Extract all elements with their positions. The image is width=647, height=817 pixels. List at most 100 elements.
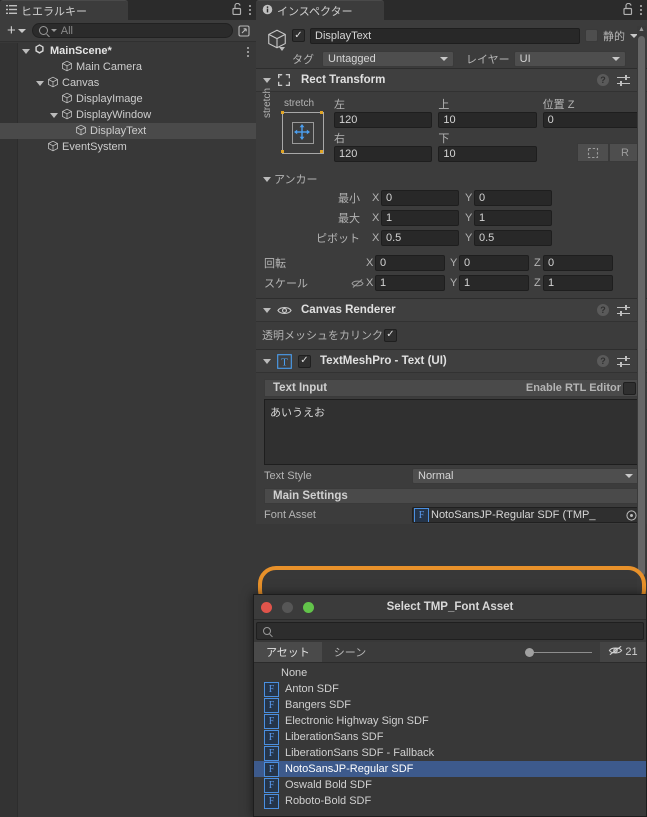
hierarchy-tree[interactable]: MainScene* Main Camera Canvas DisplayImage D… <box>0 43 256 817</box>
rotation-x-input[interactable]: 0 <box>375 255 445 271</box>
scale-label: スケール <box>264 278 308 290</box>
static-checkbox[interactable]: ✓ <box>585 29 598 42</box>
font-asset-list-item[interactable]: None <box>254 665 646 681</box>
foldout-triangle-icon[interactable] <box>263 307 271 313</box>
select-tmp-font-asset-dialog: Select TMP_Font Asset アセット シーン 21 None F… <box>253 594 647 817</box>
zoom-traffic-light[interactable] <box>303 602 314 613</box>
font-asset-list-item[interactable]: F Electronic Highway Sign SDF <box>254 713 646 729</box>
tab-scene[interactable]: シーン <box>322 642 378 662</box>
left-input[interactable]: 120 <box>334 112 433 128</box>
inspector-scrollbar[interactable]: ▲ <box>637 26 646 596</box>
chevron-down-icon[interactable] <box>279 47 285 51</box>
tag-dropdown[interactable]: Untagged <box>322 50 454 67</box>
object-picker-icon[interactable] <box>624 509 638 521</box>
hierarchy-item-displaytext[interactable]: DisplayText <box>0 123 256 139</box>
scale-y-input[interactable]: 1 <box>459 275 529 291</box>
scroll-up-arrow-icon[interactable]: ▲ <box>638 26 645 33</box>
pivot-x-input[interactable]: 0.5 <box>381 230 459 246</box>
anchor-min-y-value: 0 <box>479 192 486 204</box>
dialog-search-input[interactable] <box>256 622 644 640</box>
anchors-foldout-icon[interactable] <box>263 176 271 182</box>
gameobject-name-input[interactable]: DisplayText <box>310 27 580 44</box>
slider-rail[interactable] <box>534 651 592 653</box>
gameobject-cube-icon <box>61 92 73 107</box>
minimize-traffic-light[interactable] <box>282 602 293 613</box>
hierarchy-item-eventsystem[interactable]: EventSystem <box>0 139 256 155</box>
hierarchy-item-canvas[interactable]: Canvas <box>0 75 256 91</box>
preset-settings-icon[interactable] <box>617 355 630 367</box>
expand-hierarchy-button[interactable] <box>236 23 252 38</box>
foldout-triangle-icon[interactable] <box>22 48 30 54</box>
font-asset-list[interactable]: None F Anton SDF F Bangers SDF F Electronic Hi… <box>254 663 646 816</box>
layer-dropdown[interactable]: UI <box>513 50 626 67</box>
anchor-max-x-input[interactable]: 1 <box>381 210 459 226</box>
rotation-z-input[interactable]: 0 <box>543 255 613 271</box>
rect-transform-header[interactable]: Rect Transform ? <box>256 69 647 92</box>
visibility-toggle[interactable]: 21 <box>600 642 646 662</box>
lock-open-icon[interactable] <box>232 2 242 18</box>
hierarchy-item-label: Canvas <box>62 77 100 89</box>
slider-knob[interactable] <box>525 647 534 657</box>
font-asset-list-item[interactable]: F Anton SDF <box>254 681 646 697</box>
enable-rtl-editor-checkbox[interactable]: ✓ <box>623 381 636 395</box>
blueprint-mode-button[interactable] <box>576 143 609 162</box>
scrollbar-thumb[interactable] <box>638 36 645 576</box>
anchor-min-y-input[interactable]: 0 <box>474 190 552 206</box>
add-gameobject-button[interactable]: + <box>4 23 29 38</box>
kebab-menu-icon[interactable] <box>247 45 250 58</box>
hierarchy-item-mainscene[interactable]: MainScene* <box>0 43 256 59</box>
kebab-menu-icon[interactable] <box>640 4 643 17</box>
foldout-triangle-icon[interactable] <box>50 112 58 118</box>
tab-hierarchy[interactable]: ヒエラルキー <box>0 0 128 20</box>
hierarchy-item-displayimage[interactable]: DisplayImage <box>0 91 256 107</box>
anchor-min-x-input[interactable]: 0 <box>381 190 459 206</box>
component-canvas-renderer: Canvas Renderer ? 透明メッシュをカリンク ✓ <box>256 298 647 349</box>
font-asset-object-field[interactable]: F NotoSansJP-Regular SDF (TMP_ <box>412 507 639 523</box>
hierarchy-item-displaywindow[interactable]: DisplayWindow <box>0 107 256 123</box>
foldout-triangle-icon[interactable] <box>36 80 44 86</box>
dialog-titlebar[interactable]: Select TMP_Font Asset <box>254 595 646 620</box>
canvas-renderer-header[interactable]: Canvas Renderer ? <box>256 299 647 322</box>
tab-assets[interactable]: アセット <box>254 642 322 662</box>
font-asset-list-item[interactable]: F LiberationSans SDF - Fallback <box>254 745 646 761</box>
font-asset-list-item[interactable]: F Oswald Bold SDF <box>254 777 646 793</box>
textmeshpro-enabled-checkbox[interactable]: ✓ <box>298 354 311 368</box>
kebab-menu-icon[interactable] <box>249 4 252 17</box>
anchor-preset-widget[interactable]: stretch stretch <box>262 88 334 166</box>
help-icon[interactable]: ? <box>597 355 609 367</box>
hierarchy-search-input[interactable]: All <box>31 23 233 38</box>
text-style-dropdown[interactable]: Normal <box>412 468 639 484</box>
tab-inspector[interactable]: インスペクター <box>256 0 384 20</box>
anchor-max-y-input[interactable]: 1 <box>474 210 552 226</box>
text-value-textarea[interactable]: あいうえお <box>264 399 639 465</box>
cull-transparent-mesh-checkbox[interactable]: ✓ <box>384 328 397 342</box>
font-asset-list-item[interactable]: F LiberationSans SDF <box>254 729 646 745</box>
textmeshpro-header[interactable]: T ✓ TextMeshPro - Text (UI) ? <box>256 350 647 373</box>
help-icon[interactable]: ? <box>597 74 609 86</box>
close-traffic-light[interactable] <box>261 602 272 613</box>
preview-size-slider[interactable] <box>378 642 600 662</box>
rotation-y-input[interactable]: 0 <box>459 255 529 271</box>
constrain-proportions-icon[interactable] <box>348 278 366 289</box>
preset-settings-icon[interactable] <box>617 304 630 316</box>
foldout-triangle-icon[interactable] <box>263 77 271 83</box>
foldout-triangle-icon[interactable] <box>263 358 271 364</box>
scale-x-input[interactable]: 1 <box>375 275 445 291</box>
bottom-input[interactable]: 10 <box>438 146 537 162</box>
font-asset-list-item[interactable]: F Bangers SDF <box>254 697 646 713</box>
font-asset-list-item[interactable]: F NotoSansJP-Regular SDF <box>254 761 646 777</box>
canvas-renderer-body: 透明メッシュをカリンク ✓ <box>256 322 647 349</box>
preset-settings-icon[interactable] <box>617 74 630 86</box>
pivot-y-input[interactable]: 0.5 <box>474 230 552 246</box>
font-asset-F-icon: F <box>414 508 429 522</box>
hierarchy-item-maincamera[interactable]: Main Camera <box>0 59 256 75</box>
font-asset-list-item[interactable]: F Roboto-Bold SDF <box>254 793 646 809</box>
lock-open-icon[interactable] <box>623 2 633 18</box>
main-settings-header[interactable]: Main Settings <box>264 488 639 504</box>
gameobject-enabled-checkbox[interactable]: ✓ <box>292 29 305 42</box>
top-input[interactable]: 10 <box>438 112 537 128</box>
help-icon[interactable]: ? <box>597 304 609 316</box>
right-input[interactable]: 120 <box>334 146 433 162</box>
pos-z-input[interactable]: 0 <box>542 112 641 128</box>
scale-z-input[interactable]: 1 <box>543 275 613 291</box>
